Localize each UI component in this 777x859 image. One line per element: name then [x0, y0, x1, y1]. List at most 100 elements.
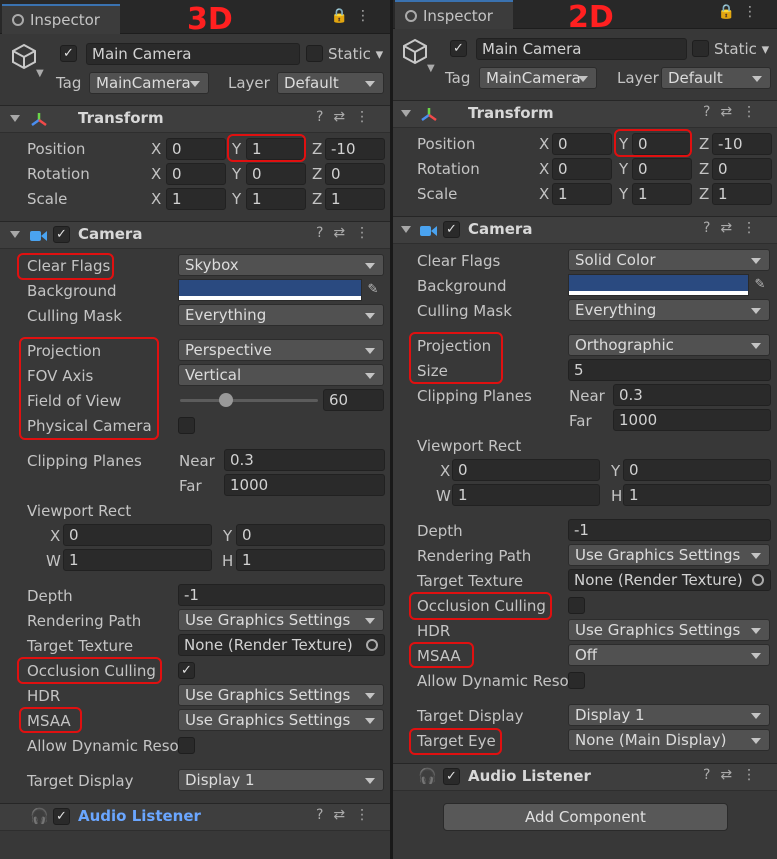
viewport-x-field[interactable]: 0 — [63, 524, 212, 546]
viewport-w-field[interactable]: 1 — [63, 549, 212, 571]
msaa-dropdown[interactable]: Use Graphics Settings — [178, 709, 384, 731]
hdr-dropdown[interactable]: Use Graphics Settings — [178, 684, 384, 706]
viewport-w-field[interactable]: 1 — [452, 484, 600, 506]
tab-inspector[interactable]: Inspector — [395, 0, 513, 29]
far-field[interactable]: 1000 — [224, 474, 385, 496]
background-color-swatch[interactable] — [568, 274, 749, 296]
foldout-arrow-icon[interactable] — [10, 115, 20, 122]
component-menu-icons[interactable]: ?⇄⋮ — [316, 225, 379, 241]
transform-header[interactable]: Transform ?⇄⋮ — [393, 100, 777, 128]
tab-inspector[interactable]: Inspector — [2, 4, 120, 34]
viewport-x-field[interactable]: 0 — [452, 459, 600, 481]
camera-enabled-checkbox[interactable]: ✓ — [53, 226, 70, 243]
scale-y-field[interactable]: 1 — [632, 183, 692, 205]
foldout-arrow-icon[interactable] — [10, 231, 20, 238]
target-texture-field[interactable]: None (Render Texture) — [568, 569, 771, 591]
allow-dynamic-checkbox[interactable] — [568, 672, 585, 689]
audio-listener-header[interactable]: 🎧 ✓ Audio Listener ?⇄⋮ — [393, 763, 777, 791]
position-x-field[interactable]: 0 — [166, 138, 226, 160]
tag-dropdown[interactable]: MainCamera — [479, 67, 597, 89]
static-checkbox[interactable] — [692, 40, 709, 57]
lock-menu-icons[interactable]: 🔒⋮ — [331, 8, 378, 24]
background-color-swatch[interactable] — [178, 279, 362, 301]
rotation-y-field[interactable]: 0 — [246, 163, 306, 185]
transform-header[interactable]: Transform ?⇄⋮ — [0, 105, 390, 133]
active-checkbox[interactable]: ✓ — [60, 45, 77, 62]
near-field[interactable]: 0.3 — [224, 449, 385, 471]
far-field[interactable]: 1000 — [613, 409, 771, 431]
static-checkbox[interactable] — [306, 45, 323, 62]
near-field[interactable]: 0.3 — [613, 384, 771, 406]
chevron-down-icon[interactable]: ▼ — [36, 64, 44, 84]
size-field[interactable]: 5 — [568, 359, 771, 381]
component-menu-icons[interactable]: ?⇄⋮ — [703, 104, 766, 120]
lock-menu-icons[interactable]: 🔒⋮ — [718, 4, 765, 20]
position-z-field[interactable]: -10 — [325, 138, 385, 160]
clear-flags-dropdown[interactable]: Solid Color — [568, 249, 770, 271]
target-display-dropdown[interactable]: Display 1 — [178, 769, 384, 791]
position-z-field[interactable]: -10 — [712, 133, 772, 155]
rendering-path-dropdown[interactable]: Use Graphics Settings — [568, 544, 770, 566]
audio-listener-checkbox[interactable]: ✓ — [443, 768, 460, 785]
viewport-h-field[interactable]: 1 — [623, 484, 771, 506]
layer-dropdown[interactable]: Default — [277, 72, 384, 94]
position-x-field[interactable]: 0 — [552, 133, 612, 155]
viewport-y-field[interactable]: 0 — [236, 524, 385, 546]
allow-dynamic-checkbox[interactable] — [178, 737, 195, 754]
active-checkbox[interactable]: ✓ — [450, 40, 467, 57]
component-menu-icons[interactable]: ?⇄⋮ — [703, 220, 766, 236]
hdr-dropdown[interactable]: Use Graphics Settings — [568, 619, 770, 641]
layer-dropdown[interactable]: Default — [661, 67, 771, 89]
culling-mask-dropdown[interactable]: Everything — [568, 299, 770, 321]
target-texture-field[interactable]: None (Render Texture) — [178, 634, 385, 656]
camera-header[interactable]: ✓ Camera ?⇄⋮ — [0, 221, 390, 249]
component-menu-icons[interactable]: ?⇄⋮ — [316, 807, 379, 823]
viewport-y-field[interactable]: 0 — [623, 459, 771, 481]
foldout-arrow-icon[interactable] — [401, 110, 411, 117]
component-menu-icons[interactable]: ?⇄⋮ — [703, 767, 766, 783]
culling-mask-dropdown[interactable]: Everything — [178, 304, 384, 326]
projection-dropdown[interactable]: Perspective — [178, 339, 384, 361]
depth-field[interactable]: -1 — [178, 584, 385, 606]
static-dropdown[interactable]: Static ▾ — [328, 44, 383, 64]
clear-flags-dropdown[interactable]: Skybox — [178, 254, 384, 276]
static-dropdown[interactable]: Static ▾ — [714, 39, 769, 59]
scale-x-field[interactable]: 1 — [552, 183, 612, 205]
fov-field[interactable]: 60 — [323, 389, 384, 411]
eyedropper-icon[interactable]: ✎ — [362, 279, 384, 301]
scale-y-field[interactable]: 1 — [246, 188, 306, 210]
object-name-field[interactable]: Main Camera — [86, 43, 300, 65]
audio-listener-checkbox[interactable]: ✓ — [53, 808, 70, 825]
occlusion-culling-checkbox[interactable]: ✓ — [178, 662, 195, 679]
scale-z-field[interactable]: 1 — [712, 183, 772, 205]
msaa-dropdown[interactable]: Off — [568, 644, 770, 666]
rotation-y-field[interactable]: 0 — [632, 158, 692, 180]
fov-slider-track[interactable] — [180, 399, 318, 402]
audio-listener-header[interactable]: 🎧 ✓ Audio Listener ?⇄⋮ — [0, 803, 390, 831]
foldout-arrow-icon[interactable] — [401, 226, 411, 233]
scale-z-field[interactable]: 1 — [325, 188, 385, 210]
projection-dropdown[interactable]: Orthographic — [568, 334, 770, 356]
rotation-x-field[interactable]: 0 — [552, 158, 612, 180]
fov-axis-dropdown[interactable]: Vertical — [178, 364, 384, 386]
eyedropper-icon[interactable]: ✎ — [749, 274, 771, 296]
object-picker-icon[interactable] — [752, 574, 764, 586]
component-menu-icons[interactable]: ?⇄⋮ — [316, 109, 379, 125]
rotation-z-field[interactable]: 0 — [325, 163, 385, 185]
object-picker-icon[interactable] — [366, 639, 378, 651]
depth-field[interactable]: -1 — [568, 519, 771, 541]
object-name-field[interactable]: Main Camera — [476, 38, 687, 60]
camera-enabled-checkbox[interactable]: ✓ — [443, 221, 460, 238]
rotation-x-field[interactable]: 0 — [166, 163, 226, 185]
physical-camera-checkbox[interactable] — [178, 417, 195, 434]
add-component-button[interactable]: Add Component — [443, 803, 728, 831]
viewport-h-field[interactable]: 1 — [236, 549, 385, 571]
tag-dropdown[interactable]: MainCamera — [89, 72, 209, 94]
rendering-path-dropdown[interactable]: Use Graphics Settings — [178, 609, 384, 631]
camera-header[interactable]: ✓ Camera ?⇄⋮ — [393, 216, 777, 244]
fov-slider-knob[interactable] — [219, 393, 233, 407]
target-display-dropdown[interactable]: Display 1 — [568, 704, 770, 726]
chevron-down-icon[interactable]: ▼ — [427, 59, 435, 79]
target-eye-dropdown[interactable]: None (Main Display) — [568, 729, 770, 751]
occlusion-culling-checkbox[interactable] — [568, 597, 585, 614]
